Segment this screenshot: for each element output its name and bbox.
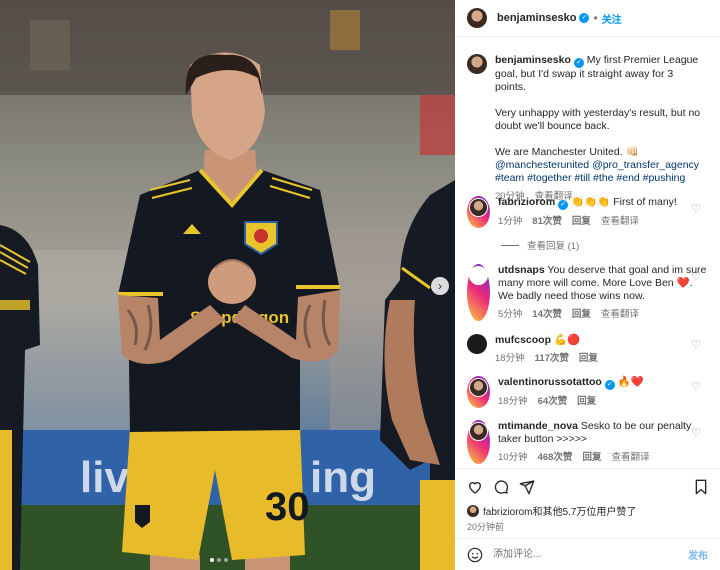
- author-avatar[interactable]: [467, 54, 487, 74]
- post-time: 20分钟前: [467, 522, 505, 532]
- commenter-avatar[interactable]: [467, 334, 487, 354]
- comment-time: 10分钟: [498, 452, 528, 463]
- commenter-avatar[interactable]: [469, 198, 488, 217]
- carousel-dots: [210, 558, 228, 562]
- comment-item: mufcscoop 💪🔴 18分钟 117次赞 回复 ♡: [467, 334, 707, 365]
- comment-text: 👏👏👏 First of many!: [571, 196, 677, 208]
- post-comment-button[interactable]: 发布: [688, 547, 708, 562]
- view-replies-button[interactable]: 查看回复 (1): [501, 238, 579, 252]
- caption-username[interactable]: benjaminsesko: [495, 54, 571, 66]
- like-heart-icon[interactable]: ♡: [691, 202, 701, 215]
- comment-username[interactable]: fabriziorom: [498, 196, 555, 208]
- comment-time: 1分钟: [498, 216, 523, 227]
- comment-text: 🔥❤️: [617, 376, 644, 388]
- like-heart-icon[interactable]: ♡: [691, 380, 701, 393]
- comment-item: mtimande_nova Sesko to be our penalty ta…: [467, 420, 707, 464]
- bookmark-icon[interactable]: [694, 479, 708, 495]
- comment-item: valentinorussotattoo ✓ 🔥❤️ 18分钟 64次赞 回复 ♡: [467, 376, 707, 408]
- carousel-dot: [210, 558, 214, 562]
- verified-icon: ✓: [604, 380, 615, 390]
- translate-link[interactable]: 查看翻译: [611, 451, 649, 464]
- liker-avatar: [467, 504, 479, 517]
- caption: benjaminsesko ✓ My first Premier League g…: [467, 54, 707, 203]
- likes-summary-text[interactable]: fabriziorom和其他5.7万位用户赞了: [483, 503, 636, 518]
- comment-likes[interactable]: 117次赞: [535, 352, 569, 365]
- post-side-panel: benjaminsesko ✓ • 关注 benjaminsesko ✓ My f…: [455, 0, 720, 570]
- author-avatar[interactable]: [467, 8, 487, 28]
- post-photo[interactable]: liv ing 30 ›: [0, 0, 455, 570]
- post-actions: [455, 468, 720, 505]
- svg-text:ing: ing: [310, 453, 376, 502]
- like-heart-icon[interactable]: ♡: [691, 270, 701, 283]
- author-username[interactable]: benjaminsesko: [497, 12, 576, 24]
- reply-button[interactable]: 回复: [572, 308, 591, 321]
- comment-input[interactable]: [491, 548, 688, 561]
- comment-likes[interactable]: 468次赞: [538, 451, 573, 464]
- comment-time: 5分钟: [498, 309, 523, 320]
- carousel-dot: [217, 558, 221, 562]
- replies-line: [501, 244, 519, 246]
- emoji-icon[interactable]: [467, 547, 483, 563]
- jersey-number: 30: [265, 485, 310, 529]
- comments-list[interactable]: benjaminsesko ✓ My first Premier League g…: [455, 38, 720, 466]
- comment-text: 💪🔴: [553, 334, 581, 346]
- comment-likes[interactable]: 14次赞: [532, 308, 562, 321]
- verified-icon: ✓: [579, 13, 590, 23]
- player-illustration: liv ing 30: [0, 0, 455, 570]
- commenter-avatar[interactable]: [469, 266, 488, 285]
- commenter-avatar[interactable]: [469, 422, 488, 441]
- mention-link[interactable]: @pro_transfer_agency: [592, 159, 699, 171]
- comment-username[interactable]: utdsnaps: [498, 264, 545, 276]
- reply-button[interactable]: 回复: [577, 395, 596, 408]
- share-icon[interactable]: [519, 479, 535, 495]
- commenter-avatar[interactable]: [469, 378, 488, 397]
- likes-summary[interactable]: fabriziorom和其他5.7万位用户赞了: [467, 503, 636, 518]
- caption-line-2: Very unhappy with yesterday's result, bu…: [495, 107, 701, 132]
- comment-username[interactable]: mtimande_nova: [498, 420, 578, 432]
- next-image-button[interactable]: ›: [431, 277, 449, 295]
- comment-likes[interactable]: 81次赞: [532, 215, 562, 228]
- comment-item: utdsnaps You deserve that goal and im su…: [467, 264, 707, 321]
- verified-icon: ✓: [573, 58, 584, 68]
- like-heart-icon[interactable]: ♡: [691, 426, 701, 439]
- post-header: benjaminsesko ✓ • 关注: [455, 0, 720, 37]
- reply-button[interactable]: 回复: [579, 352, 598, 365]
- translate-link[interactable]: 查看翻译: [601, 308, 639, 321]
- follow-button[interactable]: 关注: [602, 11, 622, 26]
- mention-link[interactable]: @manchesterunited: [495, 159, 589, 171]
- comment-composer: 发布: [455, 538, 720, 570]
- svg-text:liv: liv: [80, 453, 129, 502]
- comment-username[interactable]: mufcscoop: [495, 334, 551, 346]
- view-replies-label[interactable]: 查看回复 (1): [527, 238, 579, 252]
- comment-time: 18分钟: [495, 353, 525, 364]
- separator-dot: •: [593, 11, 598, 25]
- comment-username[interactable]: valentinorussotattoo: [498, 376, 602, 388]
- hashtags[interactable]: #team #together #till #the #end #pushing: [495, 172, 685, 184]
- carousel-dot: [224, 558, 228, 562]
- verified-icon: ✓: [558, 200, 569, 210]
- comment-time: 18分钟: [498, 396, 528, 407]
- reply-button[interactable]: 回复: [582, 451, 601, 464]
- reply-button[interactable]: 回复: [572, 215, 591, 228]
- caption-text: benjaminsesko ✓ My first Premier League g…: [495, 54, 707, 185]
- comment-item: fabriziorom ✓ 👏👏👏 First of many! 1分钟 81次赞…: [467, 196, 707, 228]
- like-heart-icon[interactable]: ♡: [691, 338, 701, 351]
- comment-icon[interactable]: [493, 479, 509, 495]
- caption-line-3: We are Manchester United. 👊🏻: [495, 146, 639, 158]
- like-heart-icon[interactable]: [467, 479, 483, 495]
- translate-link[interactable]: 查看翻译: [601, 215, 639, 228]
- comment-likes[interactable]: 64次赞: [538, 395, 568, 408]
